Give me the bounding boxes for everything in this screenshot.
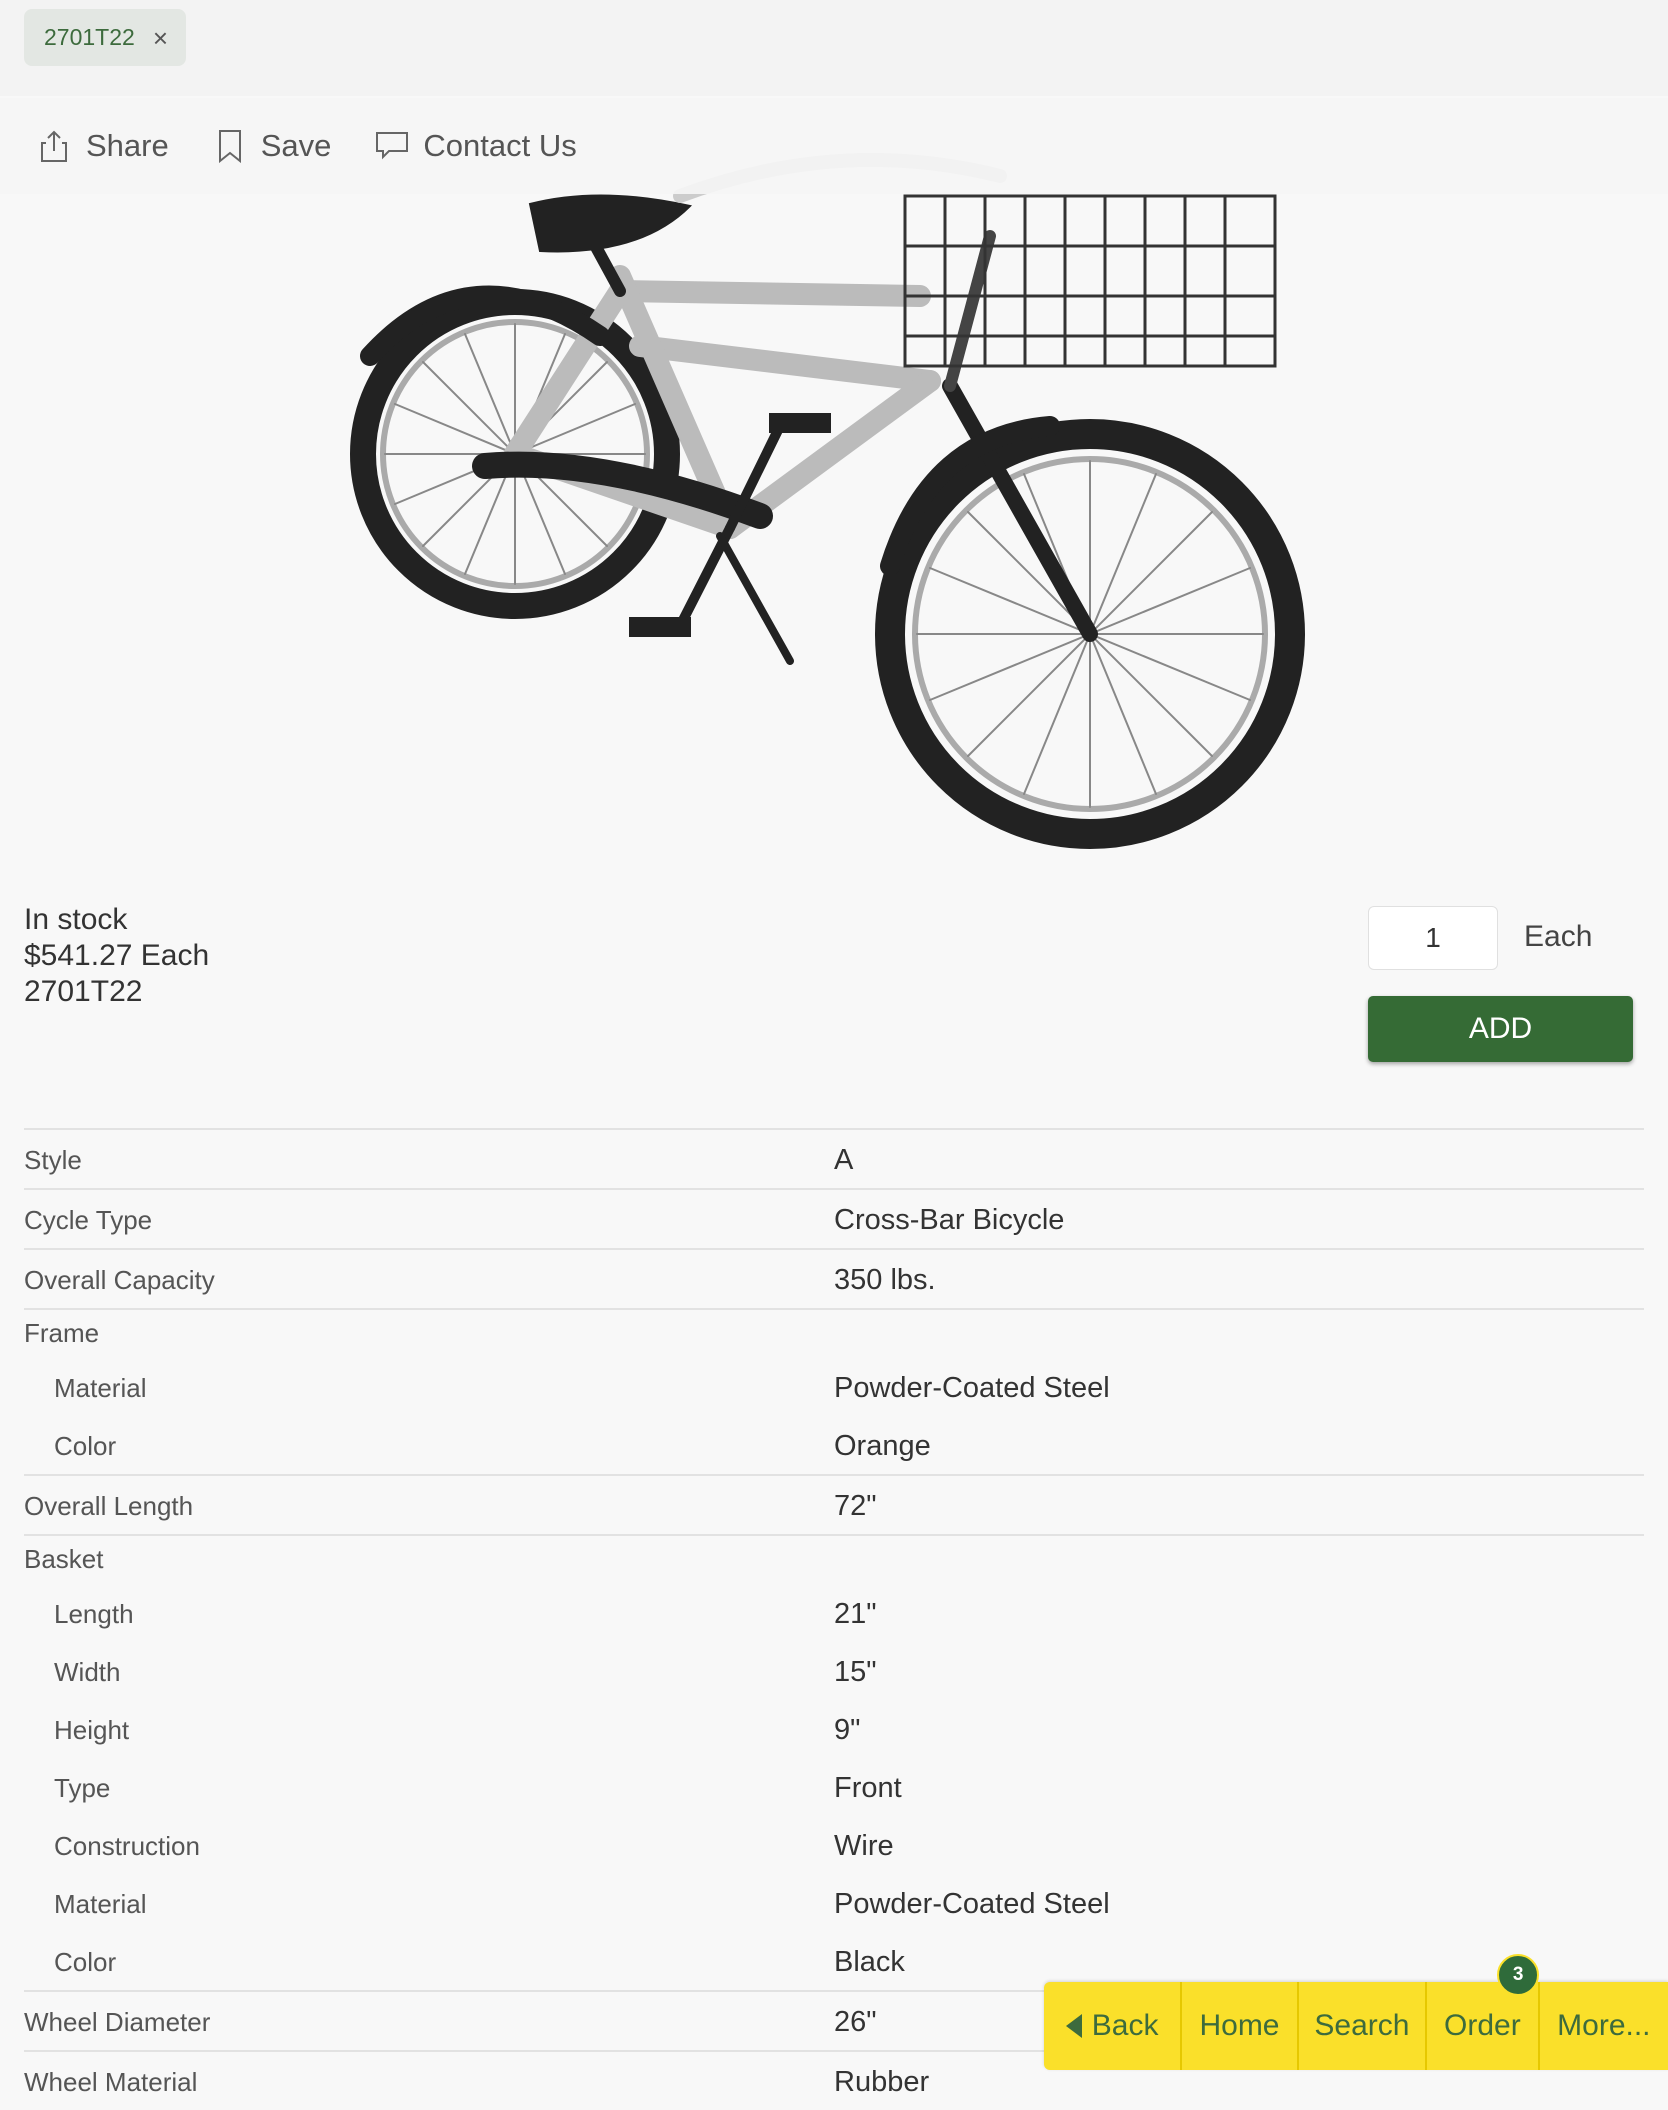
spec-group-header: Basket bbox=[24, 1534, 1644, 1584]
share-button[interactable]: Share bbox=[38, 128, 169, 164]
home-label: Home bbox=[1199, 2009, 1280, 2042]
spec-row: Height 9" bbox=[24, 1700, 1644, 1758]
save-label: Save bbox=[260, 128, 332, 163]
search-label: Search bbox=[1314, 2009, 1410, 2042]
spec-row: Length 21" bbox=[24, 1584, 1644, 1642]
quantity-input[interactable]: 1 bbox=[1368, 906, 1498, 970]
spec-row: Overall Capacity 350 lbs. bbox=[24, 1248, 1644, 1308]
spec-group-label: Basket bbox=[24, 1544, 104, 1574]
unit-label: Each bbox=[1524, 920, 1593, 953]
price: $541.27 Each bbox=[24, 939, 210, 972]
spec-row: Cycle Type Cross-Bar Bicycle bbox=[24, 1188, 1644, 1248]
contact-us-button[interactable]: Contact Us bbox=[375, 128, 577, 164]
spec-label: Width bbox=[54, 1657, 121, 1687]
spec-group-label: Frame bbox=[24, 1318, 100, 1348]
home-button[interactable]: Home bbox=[1182, 1982, 1299, 2070]
spec-value: 15" bbox=[834, 1656, 877, 1688]
spec-label: Overall Length bbox=[24, 1491, 194, 1521]
more-button[interactable]: More... bbox=[1540, 1982, 1668, 2070]
filter-chip[interactable]: 2701T22 × bbox=[24, 9, 186, 66]
spec-value: Orange bbox=[834, 1430, 931, 1462]
bookmark-icon bbox=[218, 130, 241, 163]
spec-value: 21" bbox=[834, 1598, 877, 1630]
spec-value: Cross-Bar Bicycle bbox=[834, 1204, 1065, 1236]
spec-label: Color bbox=[54, 1947, 117, 1977]
order-count-badge: 3 bbox=[1497, 1954, 1540, 1996]
spec-label: Color bbox=[54, 1431, 117, 1461]
share-label: Share bbox=[86, 128, 169, 163]
action-bar: Share Save Contact Us bbox=[0, 98, 1668, 194]
order-label: Order bbox=[1444, 2009, 1521, 2042]
spec-label: Type bbox=[54, 1773, 111, 1803]
spec-table: Style A Cycle Type Cross-Bar Bicycle Ove… bbox=[24, 1128, 1644, 2110]
spec-row: Material Powder-Coated Steel bbox=[24, 1874, 1644, 1932]
filter-chip-label: 2701T22 bbox=[44, 24, 135, 50]
search-button[interactable]: Search bbox=[1299, 1982, 1428, 2070]
contact-us-label: Contact Us bbox=[423, 128, 577, 163]
spec-value: Rubber bbox=[834, 2066, 930, 2098]
spec-row: Type Front bbox=[24, 1758, 1644, 1816]
spec-value: 350 lbs. bbox=[834, 1264, 936, 1296]
bottom-nav: Back Home Search 3 Order More... bbox=[1044, 1954, 1668, 2070]
spec-label: Cycle Type bbox=[24, 1205, 153, 1235]
spec-value: A bbox=[834, 1144, 854, 1176]
chat-icon bbox=[376, 132, 409, 160]
stock-status: In stock bbox=[24, 903, 128, 936]
product-image bbox=[0, 96, 1668, 856]
spec-value: 9" bbox=[834, 1714, 861, 1746]
save-button[interactable]: Save bbox=[213, 128, 332, 164]
filter-bar: 2701T22 × bbox=[0, 0, 1668, 98]
spec-label: Wheel Material bbox=[24, 2067, 198, 2097]
spec-value: Powder-Coated Steel bbox=[834, 1372, 1110, 1404]
spec-row: Construction Wire bbox=[24, 1816, 1644, 1874]
spec-value: Front bbox=[834, 1772, 902, 1804]
spec-value: Black bbox=[834, 1946, 905, 1978]
spec-label: Overall Capacity bbox=[24, 1265, 215, 1295]
back-button[interactable]: Back bbox=[1044, 1982, 1183, 2070]
spec-group-header: Frame bbox=[24, 1308, 1644, 1358]
spec-value: 26" bbox=[834, 2006, 877, 2038]
spec-row: Material Powder-Coated Steel bbox=[24, 1358, 1644, 1416]
spec-row: Overall Length 72" bbox=[24, 1474, 1644, 1534]
share-icon bbox=[41, 130, 67, 162]
bicycle-illustration bbox=[350, 153, 1305, 849]
spec-label: Material bbox=[54, 1889, 147, 1919]
back-label: Back bbox=[1091, 2009, 1159, 2042]
more-label: More... bbox=[1557, 2009, 1651, 2042]
part-number: 2701T22 bbox=[24, 975, 143, 1008]
spec-label: Construction bbox=[54, 1831, 200, 1861]
order-button[interactable]: 3 Order bbox=[1427, 1954, 1540, 2070]
spec-label: Wheel Diameter bbox=[24, 2007, 211, 2037]
spec-label: Material bbox=[54, 1373, 147, 1403]
product-info: In stock $541.27 Each 2701T22 bbox=[24, 902, 209, 1010]
add-to-order-button[interactable]: ADD bbox=[1368, 996, 1633, 1062]
spec-row: Width 15" bbox=[24, 1642, 1644, 1700]
spec-label: Height bbox=[54, 1715, 130, 1745]
close-icon[interactable]: × bbox=[153, 25, 168, 51]
spec-label: Style bbox=[24, 1145, 82, 1175]
back-arrow-icon bbox=[1065, 2014, 1082, 2038]
spec-value: Wire bbox=[834, 1830, 894, 1862]
spec-row: Style A bbox=[24, 1128, 1644, 1188]
spec-value: 72" bbox=[834, 1490, 877, 1522]
spec-row: Color Orange bbox=[24, 1416, 1644, 1474]
spec-label: Length bbox=[54, 1599, 134, 1629]
spec-value: Powder-Coated Steel bbox=[834, 1888, 1110, 1920]
